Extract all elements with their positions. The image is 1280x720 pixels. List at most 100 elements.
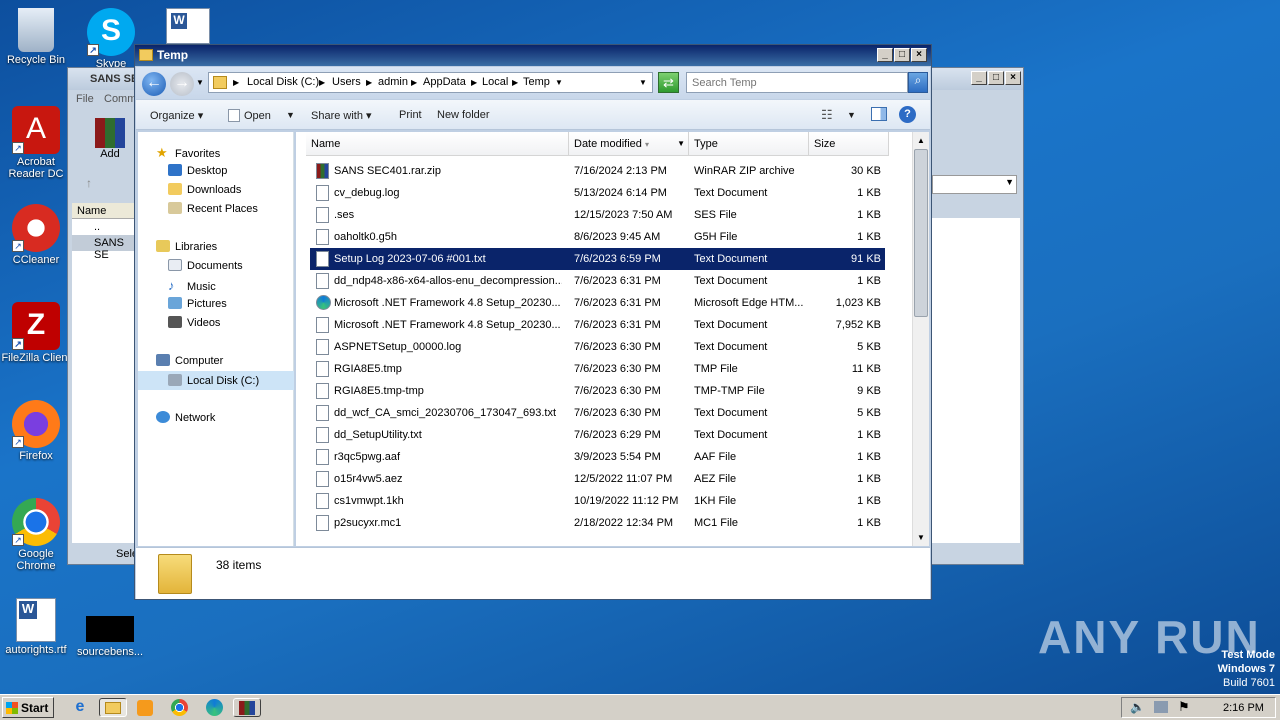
desktop-icon-acrobat[interactable]: A ↗ Acrobat Reader DC: [0, 106, 72, 180]
explorer-taskbar-icon[interactable]: [99, 698, 127, 717]
start-button[interactable]: Start: [2, 697, 54, 718]
breadcrumb-users[interactable]: Users: [332, 76, 361, 88]
search-icon[interactable]: ⌕: [908, 72, 928, 93]
desktop-icon-ccleaner[interactable]: ↗ CCleaner: [0, 204, 72, 266]
nav-network[interactable]: Network: [156, 411, 215, 424]
winrar-add-button[interactable]: Add: [92, 118, 128, 160]
nav-downloads[interactable]: Downloads: [168, 183, 241, 196]
help-icon[interactable]: ?: [899, 106, 916, 123]
file-row[interactable]: r3qc5pwg.aaf 3/9/2023 5:54 PM AAF File 1 KB: [310, 446, 885, 468]
desktop-icon-firefox[interactable]: ↗ Firefox: [0, 400, 72, 462]
file-row[interactable]: SANS SEC401.rar.zip 7/16/2024 2:13 PM WinR…: [310, 160, 885, 182]
close-button[interactable]: ×: [911, 48, 927, 62]
scroll-thumb[interactable]: [914, 149, 928, 317]
breadcrumb-appdata[interactable]: AppData: [423, 76, 466, 88]
new-folder-button[interactable]: New folder: [437, 109, 490, 121]
desktop-icon-sourcebens[interactable]: sourcebens...: [74, 608, 146, 658]
file-row[interactable]: p2sucyxr.mc1 2/18/2022 12:34 PM MC1 File 1 …: [310, 512, 885, 534]
file-row[interactable]: oaholtk0.g5h 8/6/2023 9:45 AM G5H File 1 KB: [310, 226, 885, 248]
column-header-name[interactable]: Name: [306, 132, 569, 156]
media-player-icon[interactable]: [137, 700, 153, 716]
word-doc-icon[interactable]: W: [166, 8, 210, 44]
breadcrumb-local-disk[interactable]: Local Disk (C:): [247, 76, 319, 88]
nav-documents[interactable]: Documents: [168, 259, 243, 272]
search-input[interactable]: [686, 72, 908, 93]
file-row[interactable]: RGIA8E5.tmp 7/6/2023 6:30 PM TMP File 11 KB: [310, 358, 885, 380]
winrar-row-parent[interactable]: ..: [72, 219, 134, 235]
edge-icon[interactable]: [206, 699, 223, 716]
nav-libraries[interactable]: Libraries: [156, 240, 217, 253]
network-tray-icon[interactable]: [1154, 701, 1168, 713]
nav-favorites[interactable]: ★ Favorites: [156, 145, 220, 160]
view-options-icon[interactable]: ☷: [821, 107, 833, 123]
scroll-down-arrow[interactable]: ▼: [913, 529, 929, 546]
open-button[interactable]: Open: [228, 109, 271, 122]
winrar-up-icon[interactable]: ↑: [86, 176, 92, 190]
breadcrumb-temp[interactable]: Temp: [523, 76, 550, 88]
explorer-window[interactable]: Temp _ □ × ← → ▼ ▶ Local Disk (C:) ▶ Use…: [134, 44, 932, 600]
scroll-up-arrow[interactable]: ▲: [913, 132, 929, 149]
file-row[interactable]: RGIA8E5.tmp-tmp 7/6/2023 6:30 PM TMP-TMP F…: [310, 380, 885, 402]
refresh-button[interactable]: ⇄: [658, 72, 679, 93]
file-row[interactable]: dd_wcf_CA_smci_20230706_173047_693.txt 7/…: [310, 402, 885, 424]
winrar-right-dropdown[interactable]: ▼: [932, 175, 1017, 194]
file-row[interactable]: Microsoft .NET Framework 4.8 Setup_20230…: [310, 292, 885, 314]
column-header-date[interactable]: Date modified ▾ ▼: [569, 132, 689, 156]
file-row-partial[interactable]: [310, 534, 885, 546]
file-row[interactable]: Setup Log 2023-07-06 #001.txt 7/6/2023 6:…: [310, 248, 885, 270]
file-row[interactable]: .ses 12/15/2023 7:50 AM SES File 1 KB: [310, 204, 885, 226]
forward-button[interactable]: →: [170, 72, 194, 96]
desktop-icon-chrome[interactable]: ↗ Google Chrome: [0, 498, 72, 572]
breadcrumb-chevron-icon[interactable]: ▼: [555, 78, 563, 87]
organize-button[interactable]: Organize ▾: [150, 109, 203, 122]
ie-icon[interactable]: e: [70, 698, 90, 717]
minimize-button[interactable]: _: [877, 48, 893, 62]
desktop-icon-autorights[interactable]: W autorights.rtf: [0, 598, 72, 656]
print-button[interactable]: Print: [399, 109, 422, 121]
nav-music[interactable]: ♪ Music: [168, 278, 216, 293]
vertical-scrollbar[interactable]: ▲ ▼: [912, 132, 929, 546]
nav-videos[interactable]: Videos: [168, 316, 220, 329]
winrar-row-archive[interactable]: SANS SE: [72, 235, 134, 261]
breadcrumb-chevron-icon[interactable]: ▶: [366, 78, 372, 87]
breadcrumb-chevron-icon[interactable]: ▶: [512, 78, 518, 87]
file-list-pane[interactable]: Name Date modified ▾ ▼ Type Size SANS SEC…: [296, 132, 929, 546]
column-header-type[interactable]: Type: [689, 132, 809, 156]
file-row[interactable]: dd_SetupUtility.txt 7/6/2023 6:29 PM Text …: [310, 424, 885, 446]
history-dropdown-icon[interactable]: ▼: [196, 78, 204, 87]
explorer-titlebar[interactable]: Temp: [135, 45, 931, 66]
winrar-taskbar-icon[interactable]: [233, 698, 261, 717]
winrar-name-header[interactable]: Name: [72, 203, 134, 219]
file-row[interactable]: cs1vmwpt.1kh 10/19/2022 11:12 PM 1KH File 1…: [310, 490, 885, 512]
breadcrumb-admin[interactable]: admin: [378, 76, 408, 88]
winrar-menu-file[interactable]: File: [76, 93, 94, 105]
nav-computer[interactable]: Computer: [156, 354, 223, 367]
column-header-size[interactable]: Size: [809, 132, 889, 156]
winrar-file-list[interactable]: Name .. SANS SE: [72, 203, 134, 543]
maximize-button[interactable]: □: [894, 48, 910, 62]
breadcrumb-chevron-icon[interactable]: ▶: [411, 78, 417, 87]
flag-icon[interactable]: ⚑: [1178, 699, 1190, 715]
winrar-maximize-button[interactable]: □: [988, 71, 1004, 85]
share-with-button[interactable]: Share with ▾: [311, 109, 372, 122]
address-bar[interactable]: ▶ Local Disk (C:) ▶ Users ▶ admin ▶ AppD…: [208, 72, 653, 93]
preview-pane-icon[interactable]: [871, 107, 887, 121]
breadcrumb-local[interactable]: Local: [482, 76, 508, 88]
nav-desktop[interactable]: Desktop: [168, 164, 227, 177]
file-row[interactable]: ASPNETSetup_00000.log 7/6/2023 6:30 PM Tex…: [310, 336, 885, 358]
open-dropdown-icon[interactable]: ▼: [286, 110, 295, 120]
breadcrumb-chevron-icon[interactable]: ▶: [471, 78, 477, 87]
nav-local-disk[interactable]: Local Disk (C:): [138, 371, 294, 390]
desktop-icon-recycle-bin[interactable]: Recycle Bin: [0, 8, 72, 66]
winrar-close-button[interactable]: ×: [1005, 71, 1021, 85]
breadcrumb-chevron-icon[interactable]: ▶: [319, 78, 325, 87]
chrome-taskbar-icon[interactable]: [171, 699, 188, 716]
winrar-minimize-button[interactable]: _: [971, 71, 987, 85]
desktop-icon-filezilla[interactable]: Z ↗ FileZilla Client: [0, 302, 72, 364]
breadcrumb-chevron-icon[interactable]: ▶: [233, 78, 239, 87]
clock[interactable]: 2:16 PM: [1223, 702, 1264, 714]
file-row[interactable]: Microsoft .NET Framework 4.8 Setup_20230…: [310, 314, 885, 336]
nav-pictures[interactable]: Pictures: [168, 297, 227, 310]
nav-recent-places[interactable]: Recent Places: [168, 202, 258, 215]
view-dropdown-icon[interactable]: ▼: [847, 110, 856, 120]
